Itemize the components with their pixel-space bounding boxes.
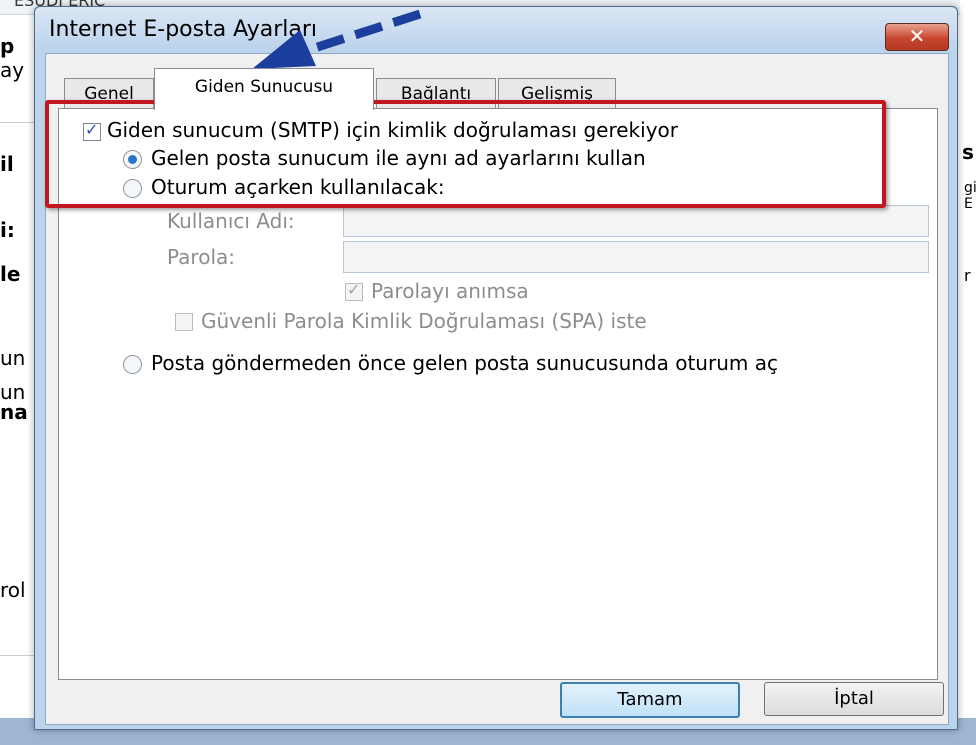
tab-giden-sunucusu[interactable]: Giden Sunucusu [154,68,374,110]
arrow-annotation-icon [252,9,422,69]
